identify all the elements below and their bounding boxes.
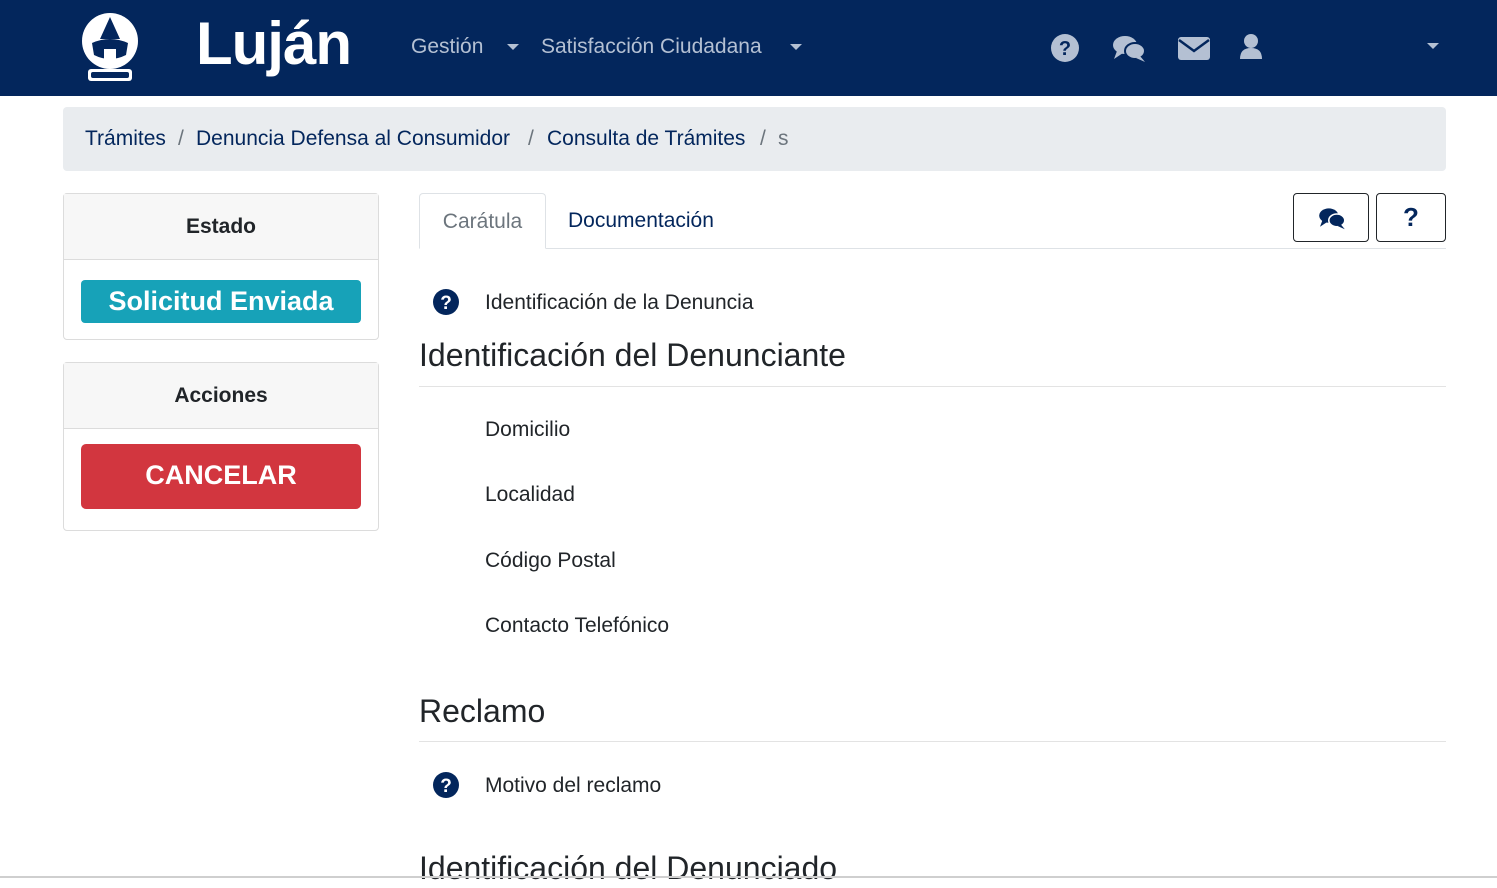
field-label-contacto-telefonico: Contacto Telefónico (485, 614, 670, 637)
nav-menu-gestion[interactable]: Gestión (411, 30, 483, 64)
breadcrumb: Trámites / Denuncia Defensa al Consumido… (63, 107, 1446, 171)
estado-card-header: Estado (64, 194, 378, 260)
breadcrumb-active: s (778, 127, 789, 150)
user-menu-chevron-down-icon[interactable] (1427, 43, 1439, 49)
field-label-codigo-postal: Código Postal (485, 549, 616, 572)
chevron-down-icon[interactable] (790, 44, 802, 50)
breadcrumb-link-consulta[interactable]: Consulta de Trámites (547, 125, 745, 153)
svg-text:?: ? (440, 776, 452, 797)
section-title-denunciante: Identificación del Denunciante (419, 337, 846, 373)
field-label-identificacion-denuncia: Identificación de la Denuncia (485, 291, 754, 314)
field-label-motivo-reclamo: Motivo del reclamo (485, 774, 662, 797)
tab-documentacion[interactable]: Documentación (568, 193, 714, 249)
field-label-domicilio: Domicilio (485, 418, 571, 441)
svg-text:?: ? (1059, 38, 1071, 60)
breadcrumb-separator: / (760, 127, 766, 150)
top-navbar: Luján Gestión Satisfacción Ciudadana ? (0, 0, 1497, 96)
brand-title[interactable]: Luján (196, 4, 352, 84)
breadcrumb-link-denuncia[interactable]: Denuncia Defensa al Consumidor (196, 125, 510, 153)
section-title-denunciado: Identificación del Denunciado (419, 850, 838, 886)
comments-icon[interactable] (1112, 33, 1146, 63)
nav-menu-satisfaccion-ciudadana[interactable]: Satisfacción Ciudadana (541, 30, 762, 64)
cancel-button[interactable]: CANCELAR (81, 444, 361, 509)
user-icon[interactable] (1236, 33, 1270, 63)
envelope-icon[interactable] (1177, 33, 1211, 63)
svg-text:?: ? (1403, 204, 1419, 232)
chevron-down-icon[interactable] (507, 44, 519, 50)
lujan-emblem-logo[interactable] (80, 9, 140, 85)
comments-button[interactable] (1293, 193, 1369, 242)
comments-icon (1319, 208, 1346, 230)
acciones-card: Acciones CANCELAR (63, 362, 379, 531)
question-circle-icon[interactable]: ? (432, 288, 460, 316)
status-badge: Solicitud Enviada (81, 280, 361, 323)
breadcrumb-link-tramites[interactable]: Trámites (85, 125, 166, 153)
tab-caratula[interactable]: Carátula (419, 193, 546, 249)
breadcrumb-separator: / (178, 127, 184, 150)
field-label-localidad: Localidad (485, 483, 575, 506)
question-circle-icon[interactable]: ? (432, 771, 460, 799)
section-divider (419, 741, 1446, 742)
help-button[interactable]: ? (1376, 193, 1446, 242)
estado-card: Estado Solicitud Enviada (63, 193, 379, 340)
breadcrumb-separator: / (528, 127, 534, 150)
svg-text:?: ? (440, 293, 452, 314)
question-circle-icon[interactable]: ? (1048, 33, 1082, 63)
section-divider (419, 386, 1446, 387)
section-title-reclamo: Reclamo (419, 693, 546, 729)
question-icon: ? (1403, 204, 1419, 232)
acciones-card-header: Acciones (64, 363, 378, 429)
